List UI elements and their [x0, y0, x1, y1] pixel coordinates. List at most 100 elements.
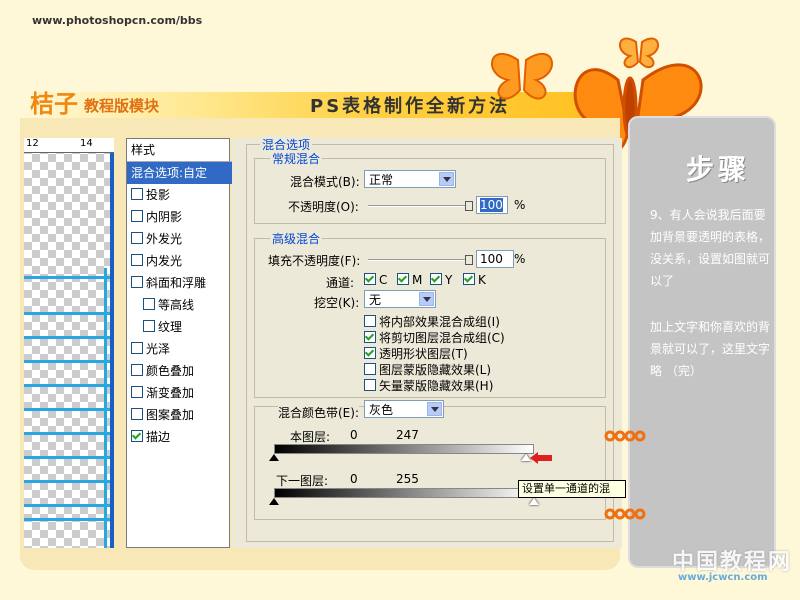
style-checkbox[interactable]: [143, 298, 155, 310]
style-item-label: 等高线: [158, 298, 195, 312]
style-item[interactable]: 斜面和浮雕: [127, 272, 233, 294]
fill-opacity-input[interactable]: 100: [476, 250, 514, 268]
knockout-value: 无: [369, 293, 382, 307]
underlying-layer-black-slider[interactable]: [269, 498, 279, 505]
style-item[interactable]: 投影: [127, 184, 233, 206]
blend-if-label: 混合颜色带(E):: [278, 404, 359, 421]
styles-panel: 样式 混合选项:自定 投影 内阴影 外发光 内发光 斜面和浮雕 等高线 纹理 光泽 颜色叠加 渐变叠…: [126, 138, 233, 548]
knockout-select[interactable]: 无: [364, 290, 436, 308]
style-checkbox[interactable]: [131, 386, 143, 398]
style-item[interactable]: 图案叠加: [127, 404, 233, 426]
blend-if-value: 灰色: [369, 403, 394, 417]
red-arrow-icon: [530, 452, 552, 464]
site-logo-subtitle: 教程版模块: [84, 97, 160, 115]
channel-checkbox[interactable]: C: [364, 273, 387, 287]
watermark-url: www.jcwcn.com: [678, 572, 768, 583]
chevron-down-icon: [419, 292, 434, 306]
underlying-layer-white-slider[interactable]: [529, 498, 539, 505]
fill-opacity-slider-thumb[interactable]: [465, 255, 473, 265]
channel-checkbox[interactable]: Y: [430, 273, 452, 287]
style-item-label: 光泽: [146, 342, 171, 356]
advanced-blending-legend: 高级混合: [270, 230, 323, 247]
opacity-slider-thumb[interactable]: [465, 201, 473, 211]
butterfly-icon: [491, 52, 553, 100]
this-layer-label: 本图层:: [290, 430, 331, 444]
canvas-preview: [24, 138, 114, 548]
style-item[interactable]: 内发光: [127, 250, 233, 272]
opacity-unit: %: [514, 198, 526, 212]
chevron-down-icon: [427, 402, 442, 416]
style-checkbox[interactable]: [131, 430, 143, 442]
fill-opacity-slider[interactable]: [368, 255, 473, 265]
style-item-label: 投影: [146, 188, 171, 202]
underlying-layer-low: 0: [350, 472, 358, 486]
steps-title: 步骤: [686, 153, 751, 186]
fill-opacity-unit: %: [514, 252, 526, 266]
table-line: [24, 360, 110, 363]
style-checkbox[interactable]: [131, 254, 143, 266]
checkbox-icon: [364, 273, 376, 285]
blend-if-select[interactable]: 灰色: [364, 400, 444, 418]
channel-label: C: [379, 273, 388, 287]
advanced-option-checkbox[interactable]: 将内部效果混合成组(I): [364, 313, 500, 330]
advanced-option-checkbox[interactable]: 透明形状图层(T): [364, 345, 468, 362]
steps-paragraph: 加上文字和你喜欢的背景就可以了，这里文字略 （完）: [650, 320, 771, 378]
ruler-mark: 12: [26, 138, 39, 149]
underlying-layer-gradient: [274, 488, 534, 498]
table-line: [24, 518, 110, 521]
style-item-label: 外发光: [146, 232, 183, 246]
table-line: [24, 408, 110, 411]
style-checkbox[interactable]: [131, 210, 143, 222]
knockout-label: 挖空(K):: [314, 296, 360, 310]
style-item[interactable]: 混合选项:自定: [127, 162, 233, 184]
chain-links-decoration: [604, 430, 646, 442]
table-line: [24, 432, 110, 435]
channel-label: Y: [445, 273, 453, 287]
style-checkbox[interactable]: [131, 276, 143, 288]
checkbox-icon: [364, 379, 376, 391]
opacity-slider[interactable]: [368, 201, 473, 211]
channel-checkbox[interactable]: M: [397, 273, 422, 287]
advanced-option-checkbox[interactable]: 将剪切图层混合成组(C): [364, 329, 505, 346]
table-line: [24, 336, 110, 339]
style-checkbox[interactable]: [131, 232, 143, 244]
site-url: www.photoshopcn.com/bbs: [32, 14, 203, 27]
style-checkbox[interactable]: [131, 342, 143, 354]
table-line: [24, 312, 110, 315]
advanced-option-label: 矢量蒙版隐藏效果(H): [379, 379, 494, 393]
this-layer-black-slider[interactable]: [269, 454, 279, 461]
style-checkbox[interactable]: [131, 364, 143, 376]
style-item[interactable]: 描边: [127, 426, 233, 448]
style-item-label: 描边: [146, 430, 171, 444]
opacity-input[interactable]: 100: [476, 196, 508, 214]
ruler: 12 14: [24, 138, 114, 153]
style-item[interactable]: 内阴影: [127, 206, 233, 228]
this-layer-high: 247: [396, 428, 419, 442]
tooltip: 设置单一通道的混: [518, 480, 626, 498]
style-item[interactable]: 渐变叠加: [127, 382, 233, 404]
chain-links-decoration: [604, 508, 646, 520]
checkbox-icon: [364, 315, 376, 327]
style-item[interactable]: 外发光: [127, 228, 233, 250]
advanced-option-checkbox[interactable]: 矢量蒙版隐藏效果(H): [364, 377, 493, 394]
style-checkbox[interactable]: [131, 188, 143, 200]
style-checkbox[interactable]: [143, 320, 155, 332]
fill-opacity-label: 填充不透明度(F):: [268, 254, 361, 268]
style-checkbox[interactable]: [131, 408, 143, 420]
blend-mode-select[interactable]: 正常: [364, 170, 456, 188]
underlying-layer-high: 255: [396, 472, 419, 486]
style-item[interactable]: 光泽: [127, 338, 233, 360]
channel-label: M: [412, 273, 423, 287]
table-line: [24, 456, 110, 459]
styles-list: 样式 混合选项:自定 投影 内阴影 外发光 内发光 斜面和浮雕 等高线 纹理 光泽 颜色叠加 渐变叠…: [126, 138, 233, 548]
style-item[interactable]: 等高线: [127, 294, 245, 316]
advanced-option-label: 透明形状图层(T): [379, 347, 468, 361]
opacity-label: 不透明度(O):: [288, 200, 359, 214]
advanced-option-checkbox[interactable]: 图层蒙版隐藏效果(L): [364, 361, 491, 378]
style-item[interactable]: 纹理: [127, 316, 245, 338]
advanced-option-label: 将内部效果混合成组(I): [379, 315, 500, 329]
channel-checkbox[interactable]: K: [463, 273, 486, 287]
steps-paragraph: 9、有人会说我后面要加背景要透明的表格，没关系，设置如图就可以了: [650, 208, 771, 288]
general-blending-legend: 常规混合: [270, 150, 323, 167]
style-item[interactable]: 颜色叠加: [127, 360, 233, 382]
